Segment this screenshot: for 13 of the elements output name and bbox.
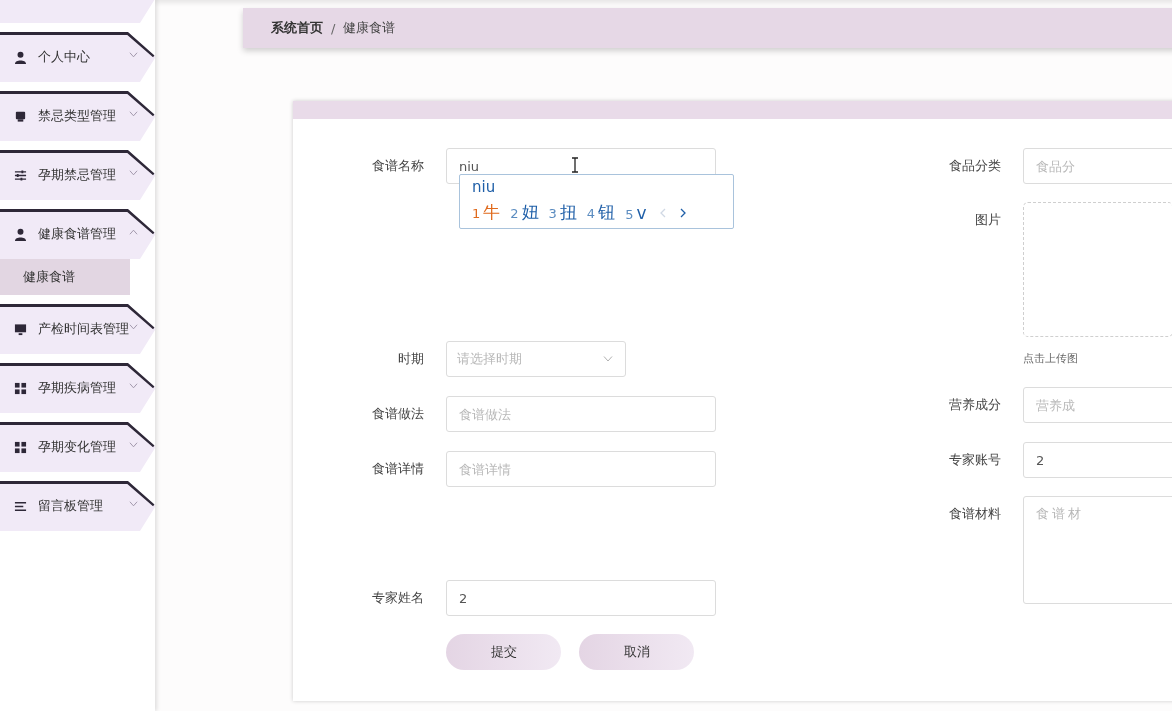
- field-label: 专家账号: [948, 451, 1001, 469]
- field-label: 专家姓名: [371, 589, 424, 607]
- field-label: 食谱名称: [371, 157, 424, 175]
- field-label: 食谱详情: [371, 460, 424, 478]
- field-label: 时期: [397, 350, 424, 368]
- field-label: 营养成分: [948, 396, 1001, 414]
- field-label: 图片: [974, 211, 1001, 229]
- breadcrumb-separator: /: [331, 20, 336, 36]
- field-label: 食谱做法: [371, 405, 424, 423]
- field-label: 食谱材料: [948, 505, 1001, 523]
- placeholder-text: 请选择时期: [457, 350, 522, 368]
- field-label: 食品分类: [948, 157, 1001, 175]
- upload-hint: 点击上传图: [1023, 351, 1079, 366]
